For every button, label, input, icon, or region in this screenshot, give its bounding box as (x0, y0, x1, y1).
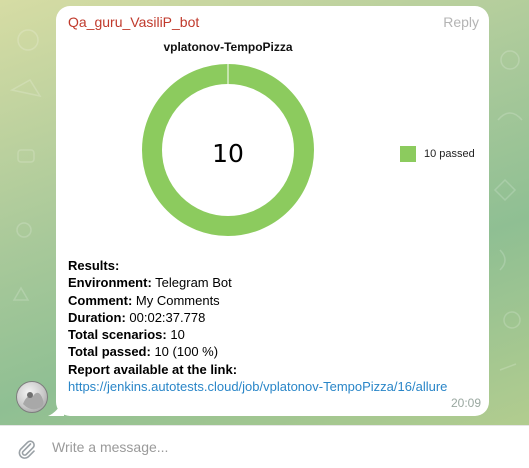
message-input[interactable] (52, 434, 512, 460)
chart-title: vplatonov-TempoPizza (163, 40, 293, 54)
results-heading: Results: (68, 258, 120, 273)
message-composer (0, 425, 529, 468)
chart-legend: 10 passed (400, 146, 475, 162)
field-environment: Environment: Telegram Bot (68, 275, 232, 291)
paperclip-icon[interactable] (16, 437, 36, 459)
legend-swatch-passed (400, 146, 416, 162)
field-total-passed: Total passed: 10 (100 %) (68, 344, 219, 360)
results-block: Results: Environment: Telegram Bot Comme… (68, 257, 447, 395)
legend-label-passed: 10 passed (424, 148, 475, 160)
donut-center-label: 10 (212, 139, 244, 168)
report-label: Report available at the link: (68, 361, 238, 377)
message-bubble: Qa_guru_VasiliP_bot Reply vplatonov-Temp… (56, 6, 489, 416)
message-time: 20:09 (450, 396, 481, 410)
field-comment: Comment: My Comments (68, 292, 220, 308)
sender-name[interactable]: Qa_guru_VasiliP_bot (68, 14, 199, 30)
field-duration: Duration: 00:02:37.778 (68, 309, 206, 325)
reply-button[interactable]: Reply (443, 14, 479, 30)
report-link[interactable]: https://jenkins.autotests.cloud/job/vpla… (68, 379, 447, 394)
bot-avatar[interactable] (16, 381, 48, 413)
field-total-scenarios: Total scenarios: 10 (68, 327, 185, 343)
donut-chart: 10 (142, 64, 314, 236)
